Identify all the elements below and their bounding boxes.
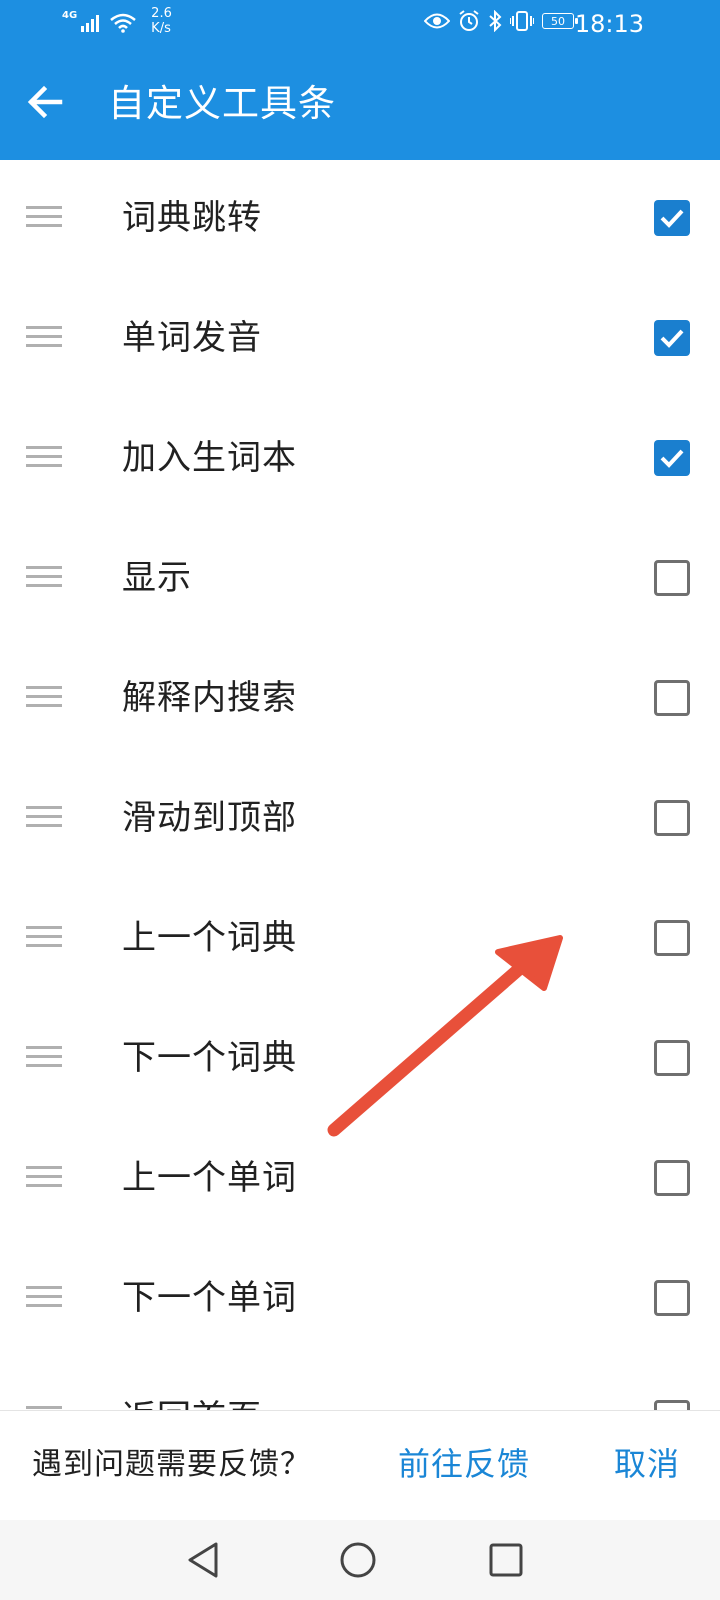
item-checkbox[interactable] <box>654 560 690 596</box>
wifi-icon <box>110 13 136 33</box>
network-type: 4G <box>62 10 78 21</box>
list-item[interactable]: 加入生词本 <box>0 400 720 520</box>
list-item[interactable]: 单词发音 <box>0 280 720 400</box>
status-left: 4G 2.6 K/s <box>62 6 172 36</box>
status-bar: 4G 2.6 K/s 50 18:13 <box>0 0 720 52</box>
item-checkbox[interactable] <box>654 920 690 956</box>
nav-recents-button[interactable] <box>484 1538 528 1582</box>
clock: 18:13 <box>574 10 644 38</box>
drag-handle-icon[interactable] <box>26 206 62 230</box>
item-label: 下一个单词 <box>122 1278 297 1318</box>
item-checkbox[interactable] <box>654 440 690 476</box>
list-item[interactable]: 上一个单词 <box>0 1120 720 1240</box>
item-label: 显示 <box>122 558 192 598</box>
circle-home-icon <box>340 1542 376 1578</box>
vibrate-icon <box>510 11 534 31</box>
drag-handle-icon[interactable] <box>26 806 62 830</box>
back-button[interactable] <box>26 82 74 130</box>
item-checkbox[interactable] <box>654 1160 690 1196</box>
feedback-bar: 遇到问题需要反馈？ 前往反馈 取消 <box>0 1410 720 1521</box>
bluetooth-icon <box>489 10 502 32</box>
item-label: 词典跳转 <box>122 198 262 238</box>
nav-home-button[interactable] <box>336 1538 380 1582</box>
eye-icon <box>424 13 450 29</box>
item-checkbox[interactable] <box>654 680 690 716</box>
feedback-question: 遇到问题需要反馈？ <box>32 1447 311 1482</box>
list-item[interactable]: 下一个单词 <box>0 1240 720 1360</box>
network-speed: 2.6 K/s <box>151 6 172 36</box>
cancel-button[interactable]: 取消 <box>614 1442 680 1486</box>
list-item[interactable]: 词典跳转 <box>0 160 720 280</box>
list-item[interactable]: 解释内搜索 <box>0 640 720 760</box>
checkmark-icon <box>660 449 684 468</box>
battery-indicator: 50 <box>542 13 578 29</box>
app-bar: 自定义工具条 <box>0 52 720 160</box>
drag-handle-icon[interactable] <box>26 566 62 590</box>
list-item[interactable]: 返回首页 <box>0 1360 720 1410</box>
speed-value: 2.6 <box>151 6 172 21</box>
drag-handle-icon[interactable] <box>26 1286 62 1310</box>
list-item[interactable]: 上一个词典 <box>0 880 720 1000</box>
status-right: 50 <box>424 10 578 32</box>
item-label: 滑动到顶部 <box>122 798 297 838</box>
list-item[interactable]: 下一个词典 <box>0 1000 720 1120</box>
page-title: 自定义工具条 <box>108 82 336 125</box>
list-item[interactable]: 滑动到顶部 <box>0 760 720 880</box>
item-checkbox[interactable] <box>654 800 690 836</box>
item-label: 上一个单词 <box>122 1158 297 1198</box>
item-label: 加入生词本 <box>122 438 297 478</box>
drag-handle-icon[interactable] <box>26 1166 62 1190</box>
item-label: 解释内搜索 <box>122 678 297 718</box>
item-label: 上一个词典 <box>122 918 297 958</box>
signal-icon <box>81 15 100 32</box>
item-checkbox[interactable] <box>654 200 690 236</box>
item-label: 下一个词典 <box>122 1038 297 1078</box>
arrow-left-icon <box>27 85 63 119</box>
go-feedback-button[interactable]: 前往反馈 <box>398 1442 530 1486</box>
item-label: 返回首页 <box>122 1396 262 1410</box>
nav-back-button[interactable] <box>182 1538 226 1582</box>
alarm-icon <box>459 10 479 31</box>
drag-handle-icon[interactable] <box>26 446 62 470</box>
system-nav-bar <box>0 1520 720 1600</box>
item-checkbox[interactable] <box>654 1040 690 1076</box>
item-checkbox[interactable] <box>654 1280 690 1316</box>
square-recents-icon <box>489 1543 523 1577</box>
drag-handle-icon[interactable] <box>26 1046 62 1070</box>
triangle-back-icon <box>188 1542 218 1578</box>
item-checkbox[interactable] <box>654 1400 690 1410</box>
item-label: 单词发音 <box>122 318 262 358</box>
toolbar-item-list[interactable]: 词典跳转单词发音加入生词本显示解释内搜索滑动到顶部上一个词典下一个词典上一个单词… <box>0 160 720 1410</box>
drag-handle-icon[interactable] <box>26 686 62 710</box>
drag-handle-icon[interactable] <box>26 326 62 350</box>
list-item[interactable]: 显示 <box>0 520 720 640</box>
item-checkbox[interactable] <box>654 320 690 356</box>
checkmark-icon <box>660 209 684 228</box>
checkmark-icon <box>660 329 684 348</box>
drag-handle-icon[interactable] <box>26 926 62 950</box>
speed-unit: K/s <box>151 21 171 36</box>
